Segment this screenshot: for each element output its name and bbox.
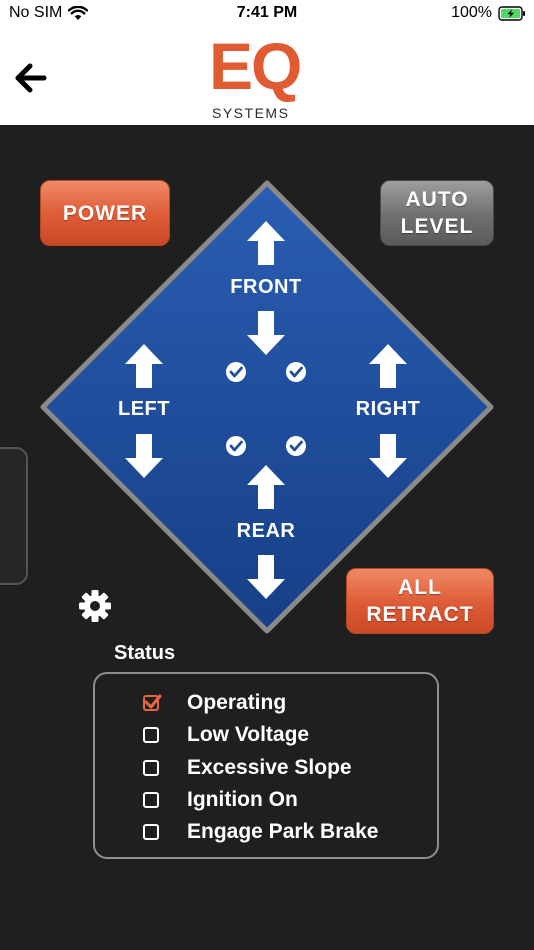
all-retract-line2: RETRACT — [366, 603, 474, 626]
front-left-check-icon — [224, 360, 248, 384]
status-label: Excessive Slope — [187, 756, 352, 779]
side-drawer-handle[interactable] — [0, 447, 28, 585]
status-bar: No SIM 7:41 PM 100% — [0, 0, 534, 27]
status-item-operating: Operating — [143, 690, 286, 716]
rear-left-check-icon — [224, 434, 248, 458]
gear-icon[interactable] — [78, 589, 112, 623]
all-retract-line1: ALL — [398, 576, 442, 599]
front-right-check-icon — [284, 360, 308, 384]
status-item-park-brake: Engage Park Brake — [143, 819, 378, 845]
logo-main: EQ — [209, 29, 302, 103]
status-title: Status — [114, 642, 176, 664]
rear-label: REAR — [236, 520, 296, 542]
status-label: Operating — [187, 691, 287, 714]
rear-right-check-icon — [284, 434, 308, 458]
app-header: EQ SYSTEMS — [0, 27, 534, 126]
battery-charging-icon — [498, 5, 525, 21]
power-button-label: POWER — [62, 201, 148, 225]
main-content: FRONT REAR LEFT RIGHT POWER AUTO LEVEL A… — [0, 125, 534, 950]
status-label: Engage Park Brake — [187, 820, 379, 843]
right-label: RIGHT — [355, 398, 421, 420]
status-label: Ignition On — [187, 788, 298, 811]
auto-level-line1: AUTO — [405, 188, 469, 211]
checkbox-empty-icon — [143, 727, 159, 743]
checkbox-empty-icon — [143, 824, 159, 840]
all-retract-button[interactable]: ALL RETRACT — [346, 568, 494, 634]
checkbox-empty-icon — [143, 760, 159, 776]
checkbox-empty-icon — [143, 792, 159, 808]
back-arrow-icon[interactable] — [14, 61, 48, 95]
auto-level-button[interactable]: AUTO LEVEL — [380, 180, 494, 246]
status-item-low-voltage: Low Voltage — [143, 722, 309, 748]
status-item-ignition-on: Ignition On — [143, 787, 298, 813]
auto-level-line2: LEVEL — [400, 215, 474, 238]
battery-percent: 100% — [451, 4, 492, 21]
eq-systems-logo: EQ SYSTEMS — [205, 33, 330, 123]
checkbox-checked-icon — [143, 694, 162, 711]
status-item-excessive-slope: Excessive Slope — [143, 755, 352, 781]
power-button[interactable]: POWER — [40, 180, 170, 246]
status-label: Low Voltage — [187, 723, 310, 746]
left-label: LEFT — [118, 398, 170, 420]
status-bar-right: 100% — [451, 4, 526, 22]
front-label: FRONT — [230, 276, 302, 298]
logo-sub: SYSTEMS — [212, 105, 290, 121]
status-panel: Operating Low Voltage Excessive Slope Ig… — [93, 672, 439, 859]
